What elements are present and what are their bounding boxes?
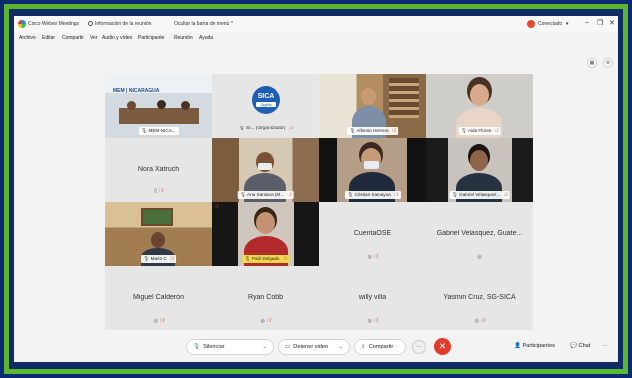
participant-name-tag: 🎙 Gabriel Velasquez... 🎙̸: [449, 191, 510, 199]
microphone-icon: 🎙: [193, 344, 201, 350]
participant-tile[interactable]: 🎙 Cristian Samayoa 🎙̸: [319, 138, 426, 202]
menu-bar: Archivo Editar Compartir Ver Audio y víd…: [14, 33, 618, 45]
app-title: Cisco Webex Meetings: [28, 21, 80, 27]
webex-logo-icon: [18, 20, 26, 28]
more-options-button[interactable]: ···: [412, 340, 426, 354]
chat-icon: 💬: [570, 343, 577, 349]
mute-button[interactable]: 🎙 Silenciar ⌄: [186, 339, 274, 355]
menu-ver[interactable]: Ver: [90, 35, 98, 41]
participant-tile[interactable]: 🎙 Aida Flores 🎙̸: [426, 74, 533, 138]
menu-ayuda[interactable]: Ayuda: [199, 35, 213, 41]
connection-status-icon: [527, 20, 535, 28]
participant-status-icons: ◎ 🎙̸: [367, 318, 378, 324]
participant-tile[interactable]: 🎙 Mario C 🎙̸: [105, 202, 212, 266]
participant-tile[interactable]: SICA Digital 🎙 SI... (Organizador) 🎙̸: [212, 74, 319, 138]
participant-tile[interactable]: 🎙̸ 🎙 Paúl Delgado 🎙̸: [212, 202, 319, 266]
muted-icon: 🎙̸: [159, 188, 163, 194]
share-button[interactable]: ⇪ Compartir: [354, 339, 406, 355]
participant-name: Yasmin Cruz, SG-SICA: [443, 294, 516, 301]
connection-status[interactable]: Conectado: [538, 21, 562, 27]
webex-window: Cisco Webex Meetings Información de la r…: [14, 16, 618, 362]
participant-tile[interactable]: Yasmin Cruz, SG-SICA ◎ 🎙̸: [426, 266, 533, 330]
status-chevron-icon[interactable]: ▾: [566, 21, 569, 27]
participant-status-icons: ◎ 🎙̸: [153, 318, 164, 324]
menu-reunion[interactable]: Reunión: [174, 35, 193, 41]
participant-tile[interactable]: MEM | NICARAGUA 🎙 MEM-NICA...: [105, 74, 212, 138]
view-options-icon[interactable]: ⚙: [603, 58, 613, 68]
participants-panel-button[interactable]: 👤 Participantes: [514, 343, 555, 349]
chevron-down-icon[interactable]: ⌄: [262, 340, 267, 355]
participant-tile[interactable]: 🎙 Alfonso Herrera 🎙̸: [319, 74, 426, 138]
participant-name: 🎙 SI... (Organizador) 🎙̸: [238, 126, 293, 131]
hide-menu-button[interactable]: Ocultar la barra de menú ^: [174, 21, 233, 27]
participant-name: Ryan Cobb: [247, 294, 284, 301]
participant-tile[interactable]: willy villa ◎ 🎙̸: [319, 266, 426, 330]
phone-icon: ▯: [154, 188, 157, 194]
stop-video-button[interactable]: ▭ Detener video ⌄: [278, 339, 350, 355]
menu-audio-video[interactable]: Audio y vídeo: [102, 35, 132, 41]
participant-name-tag: 🎙 Paúl Delgado 🎙̸: [241, 255, 290, 263]
chat-panel-button[interactable]: 💬 Chat: [570, 343, 590, 349]
video-camera-icon: ▭: [285, 344, 291, 350]
menu-participante[interactable]: Participante: [138, 35, 164, 41]
participant-name-tag: 🎙 Cristian Samayoa 🎙̸: [344, 191, 401, 199]
sica-digital-logo-icon: SICA Digital: [252, 86, 280, 114]
participant-tile[interactable]: Miguel Calderón ◎ 🎙̸: [105, 266, 212, 330]
menu-archivo[interactable]: Archivo: [19, 35, 36, 41]
end-meeting-button[interactable]: ✕: [434, 338, 451, 355]
more-panels-button[interactable]: ···: [602, 343, 608, 349]
participant-status-icons: ◎ 🎙̸: [367, 254, 378, 260]
microphone-icon: 🎙: [238, 126, 245, 131]
participant-status-icons: ◎ 🎙̸: [474, 318, 485, 324]
participant-name-tag: 🎙 Aida Flores 🎙̸: [458, 127, 501, 135]
background-banner: MEM | NICARAGUA: [113, 88, 160, 94]
participant-name-tag: 🎙 Alfonso Herrera 🎙̸: [346, 127, 399, 135]
meeting-info-button[interactable]: Información de la reunión: [88, 21, 151, 27]
menu-editar[interactable]: Editar: [42, 35, 55, 41]
participant-name: Miguel Calderón: [133, 294, 184, 301]
participant-status-icons: ▯ 🎙̸: [105, 188, 212, 194]
title-bar: Cisco Webex Meetings Información de la r…: [14, 16, 618, 33]
minimize-button[interactable]: –: [585, 19, 589, 26]
participant-name-tag: 🎙 Ana Santana (M... 🎙̸: [237, 191, 294, 199]
muted-icon: 🎙̸: [288, 126, 293, 131]
participant-name-tag: 🎙 MEM-NICA...: [138, 127, 179, 135]
microphone-icon: 🎙: [141, 128, 148, 133]
close-window-button[interactable]: ✕: [609, 19, 615, 27]
participant-name: CuentaOSE: [353, 230, 392, 237]
info-icon: [88, 21, 93, 26]
participant-name-tag: 🎙 Mario C 🎙̸: [140, 255, 177, 263]
participant-name: willy villa: [358, 294, 387, 301]
muted-icon: 🎙̸: [214, 204, 218, 210]
meeting-controls: 🎙 Silenciar ⌄ ▭ Detener video ⌄ ⇪ Compartir ·…: [14, 335, 618, 362]
participant-tile[interactable]: 🎙 Gabriel Velasquez... 🎙̸: [426, 138, 533, 202]
participant-status-icons: ◎: [477, 254, 482, 260]
participant-tile[interactable]: Nora Xatruch ▯ 🎙̸: [105, 138, 212, 202]
chevron-down-icon[interactable]: ⌄: [338, 340, 343, 355]
restore-button[interactable]: ❐: [597, 19, 603, 27]
participant-name: Nora Xatruch: [137, 166, 180, 173]
share-icon: ⇪: [361, 344, 366, 350]
grid-layout-icon[interactable]: ▦: [587, 58, 597, 68]
participant-tile[interactable]: CuentaOSE ◎ 🎙̸: [319, 202, 426, 266]
participant-name: Gabriel Velasquez, Guate...: [436, 230, 523, 237]
participant-tile[interactable]: Gabriel Velasquez, Guate... ◎: [426, 202, 533, 266]
participant-tile[interactable]: 🎙 Ana Santana (M... 🎙̸: [212, 138, 319, 202]
participant-status-icons: ◎ 🎙̸: [260, 318, 271, 324]
participant-tile[interactable]: Ryan Cobb ◎ 🎙̸: [212, 266, 319, 330]
participants-icon: 👤: [514, 343, 521, 349]
menu-compartir[interactable]: Compartir: [62, 35, 84, 41]
